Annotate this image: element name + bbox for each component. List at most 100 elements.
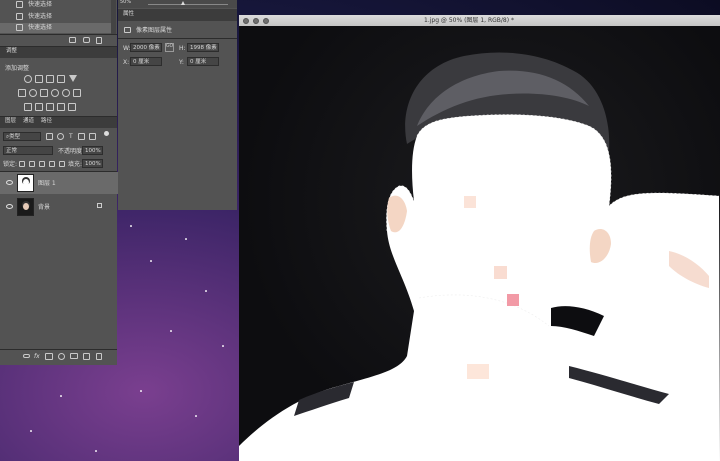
posterize-icon[interactable] bbox=[35, 103, 43, 111]
history-item-label: 快速选择 bbox=[28, 13, 53, 20]
lock-label: 锁定: bbox=[3, 161, 18, 168]
new-layer-icon[interactable] bbox=[83, 353, 90, 360]
layer-row-selected[interactable]: 图层 1 bbox=[0, 172, 118, 194]
filter-smart-icon[interactable] bbox=[89, 133, 96, 140]
skin-patch bbox=[467, 364, 489, 379]
link-dimensions-button[interactable]: GO bbox=[165, 43, 174, 52]
adjustments-panel: 调整 添加调整 bbox=[0, 46, 117, 117]
properties-panel: 50% 属性 像素图层属性 W: 2000 像素 GO H: 1998 像素 X… bbox=[118, 0, 237, 210]
width-field[interactable]: 2000 像素 bbox=[130, 43, 162, 52]
close-window-icon[interactable] bbox=[243, 18, 249, 24]
adjustments-tabbar: 调整 bbox=[0, 47, 117, 58]
zoom-slider-strip[interactable]: 50% bbox=[118, 0, 237, 8]
minimize-window-icon[interactable] bbox=[253, 18, 259, 24]
layers-footer: fx bbox=[0, 349, 117, 364]
layer-filter-select[interactable]: ⌕类型 bbox=[3, 132, 41, 141]
zoom-value: 50% bbox=[120, 0, 132, 5]
lock-artboard-icon[interactable] bbox=[49, 161, 55, 167]
brightness-icon[interactable] bbox=[24, 75, 32, 83]
filter-toggle-icon[interactable] bbox=[104, 131, 109, 136]
lock-all-icon[interactable] bbox=[59, 161, 65, 167]
filter-type-icon[interactable]: T bbox=[69, 134, 73, 140]
document-title: 1.jpg @ 50% (图层 1, RGB/8) * bbox=[424, 17, 514, 24]
history-scrollbar[interactable] bbox=[111, 0, 116, 34]
layer-thumbnail bbox=[17, 174, 34, 192]
channel-mixer-icon[interactable] bbox=[73, 89, 81, 97]
layer-name[interactable]: 图层 1 bbox=[38, 181, 56, 187]
zoom-slider-track[interactable] bbox=[148, 4, 228, 5]
gradient-triangle-icon[interactable] bbox=[69, 75, 77, 82]
layer-name[interactable]: 背景 bbox=[38, 205, 50, 211]
visibility-eye-icon[interactable] bbox=[6, 180, 13, 185]
opacity-label: 不透明度: bbox=[58, 148, 85, 155]
history-item[interactable]: 快速选择 bbox=[0, 0, 111, 9]
layer-row[interactable]: 背景 bbox=[0, 196, 118, 218]
opacity-field[interactable]: 100% bbox=[82, 146, 103, 155]
height-field[interactable]: 1998 像素 bbox=[187, 43, 219, 52]
tab-adjustments[interactable]: 调整 bbox=[6, 48, 17, 55]
y-label: Y: bbox=[179, 59, 184, 66]
canvas-image bbox=[239, 52, 720, 461]
skin-patch bbox=[464, 196, 476, 208]
x-field[interactable]: 0 厘米 bbox=[130, 57, 162, 66]
camera-icon[interactable] bbox=[83, 37, 90, 43]
history-panel: 快速选择 快速选择 快速选择 bbox=[0, 0, 117, 34]
invert-icon[interactable] bbox=[24, 103, 32, 111]
filter-shape-icon[interactable] bbox=[78, 133, 85, 140]
zoom-window-icon[interactable] bbox=[263, 18, 269, 24]
tab-layers[interactable]: 图层 bbox=[5, 118, 16, 125]
new-snapshot-icon[interactable] bbox=[69, 37, 76, 43]
black-white-icon[interactable] bbox=[51, 89, 59, 97]
vibrance-icon[interactable] bbox=[18, 89, 26, 97]
history-footer bbox=[0, 34, 117, 46]
tab-channels[interactable]: 通道 bbox=[23, 118, 34, 125]
add-mask-icon[interactable] bbox=[45, 353, 53, 360]
lock-paint-icon[interactable] bbox=[29, 161, 35, 167]
levels-icon[interactable] bbox=[35, 75, 43, 83]
x-label: X: bbox=[123, 59, 130, 66]
properties-title: 像素图层属性 bbox=[136, 27, 173, 34]
history-item[interactable]: 快速选择 bbox=[0, 12, 111, 21]
layers-tabbar: 图层 通道 路径 bbox=[0, 117, 117, 128]
canvas[interactable] bbox=[239, 26, 720, 461]
zoom-slider-thumb[interactable] bbox=[181, 1, 185, 5]
exposure-icon[interactable] bbox=[57, 75, 65, 83]
layer-thumbnail bbox=[17, 198, 34, 216]
selective-color-icon[interactable] bbox=[68, 103, 76, 111]
trash-icon[interactable] bbox=[96, 37, 102, 44]
curves-icon[interactable] bbox=[46, 75, 54, 83]
tab-paths[interactable]: 路径 bbox=[41, 118, 52, 125]
history-item-label: 快速选择 bbox=[28, 1, 53, 8]
filter-adjustment-icon[interactable] bbox=[57, 133, 64, 140]
filter-pixel-icon[interactable] bbox=[46, 133, 53, 140]
new-adjustment-icon[interactable] bbox=[58, 353, 65, 360]
color-balance-icon[interactable] bbox=[40, 89, 48, 97]
skin-patch bbox=[494, 266, 507, 279]
tab-properties[interactable]: 属性 bbox=[123, 11, 134, 18]
brush-icon bbox=[16, 13, 23, 20]
brush-icon bbox=[16, 1, 23, 8]
fx-button[interactable]: fx bbox=[34, 354, 40, 360]
history-item-selected[interactable]: 快速选择 bbox=[0, 23, 111, 33]
visibility-eye-icon[interactable] bbox=[6, 204, 13, 209]
document-window: 1.jpg @ 50% (图层 1, RGB/8) * bbox=[239, 15, 720, 461]
pixel-layer-icon bbox=[124, 27, 131, 33]
fill-field[interactable]: 100% bbox=[82, 159, 103, 168]
history-item-label: 快速选择 bbox=[28, 24, 53, 31]
brush-icon bbox=[16, 24, 23, 31]
lock-transparent-icon[interactable] bbox=[19, 161, 25, 167]
y-field[interactable]: 0 厘米 bbox=[187, 57, 219, 66]
link-layers-icon[interactable] bbox=[23, 354, 30, 358]
blend-mode-select[interactable]: 正常 bbox=[3, 146, 53, 155]
skin-patch bbox=[507, 294, 519, 306]
gradient-map-icon[interactable] bbox=[57, 103, 65, 111]
hue-saturation-icon[interactable] bbox=[29, 89, 37, 97]
layers-panel: 图层 通道 路径 ⌕类型 T 正常 不透明度: 100% 锁定: 填充: 100… bbox=[0, 116, 118, 365]
threshold-icon[interactable] bbox=[46, 103, 54, 111]
lock-move-icon[interactable] bbox=[39, 161, 45, 167]
trash-icon[interactable] bbox=[96, 353, 102, 360]
lock-icon bbox=[97, 203, 102, 208]
new-group-icon[interactable] bbox=[70, 353, 78, 359]
add-adjustment-label: 添加调整 bbox=[5, 65, 30, 72]
photo-filter-icon[interactable] bbox=[62, 89, 70, 97]
